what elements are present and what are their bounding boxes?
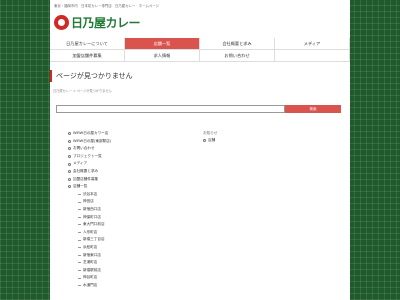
bullet-icon [203, 139, 206, 142]
sitemap-link[interactable]: プロジェクト一覧 [68, 153, 111, 161]
link-label: メディア [73, 161, 88, 166]
link-label: プロジェクト一覧 [73, 153, 102, 158]
store-link[interactable]: 水道門店 [68, 282, 111, 290]
dash-icon [78, 201, 81, 203]
bullet-icon [68, 177, 71, 181]
store-link[interactable]: 新宿東口店 [68, 252, 111, 260]
news-section: お知らせ 店舗 [203, 130, 217, 144]
news-link[interactable]: 店舗 [203, 137, 217, 144]
dash-icon [78, 209, 81, 211]
site-logo[interactable]: 日乃屋カレー [54, 13, 141, 31]
sitemap-link[interactable]: WMW日の屋(東部駅店) [68, 138, 111, 146]
link-label: 会社概要と求み [73, 168, 99, 173]
dash-icon [78, 262, 81, 264]
store-link[interactable]: 新橋三丁目店 [68, 236, 111, 244]
sitemap-link[interactable]: お問い合わせ [68, 145, 111, 153]
dash-icon [78, 247, 81, 249]
sitemap-link[interactable]: メディア [68, 160, 111, 168]
dash-icon [78, 277, 81, 279]
nav-item-contact[interactable]: お問い合わせ [200, 50, 275, 62]
bullet-icon [68, 132, 71, 136]
page-title: ページが見つかりません [50, 70, 350, 82]
nav-item-about[interactable]: 日乃屋カレーについて [50, 38, 125, 50]
link-label: 新宿西口店 [83, 206, 101, 211]
store-link[interactable]: 東大門口前店 [68, 221, 111, 229]
sitemap-link[interactable]: 店舗一覧 [68, 183, 111, 191]
search-input[interactable] [56, 105, 285, 113]
link-label: 新橋三丁目店 [83, 237, 105, 242]
store-link[interactable]: 神田店 [68, 198, 111, 206]
dash-icon [78, 254, 81, 256]
store-link[interactable]: 神谷町店 [68, 274, 111, 282]
link-label: 人形町店 [83, 229, 98, 234]
dash-icon [78, 232, 81, 234]
link-label: 東大門口前店 [83, 222, 105, 227]
link-label: 新橋駅前店 [83, 267, 101, 272]
search-button[interactable]: 検索 [285, 105, 341, 113]
nav-item-media[interactable]: メディア [275, 38, 350, 50]
nav-item-recruit[interactable]: 求人情報 [125, 50, 200, 62]
link-label: 新宿東口店 [83, 252, 101, 257]
link-label: 神保町口店 [83, 214, 101, 219]
sitemap-link[interactable]: WMW日の屋カワー店 [68, 130, 111, 138]
bullet-icon [68, 155, 71, 159]
link-label: 加盟店舗件募集 [73, 176, 99, 181]
dash-icon [78, 285, 81, 287]
dash-icon [78, 239, 81, 241]
dash-icon [78, 216, 81, 218]
sitemap-link[interactable]: 会社概要と求み [68, 168, 111, 176]
nav-item-company[interactable]: 会社概要と求み [200, 38, 275, 50]
bullet-icon [68, 170, 71, 174]
search-form: 検索 [56, 105, 341, 113]
store-link[interactable]: 人形町店 [68, 229, 111, 237]
dash-icon [78, 269, 81, 271]
logo-text: 日乃屋カレー [71, 15, 141, 30]
logo-sun-icon [54, 14, 69, 30]
link-label: 水道門店 [83, 282, 98, 287]
bullet-icon [68, 162, 71, 166]
link-label: 神谷町店 [83, 275, 98, 280]
nav-item-stores[interactable]: 店舗一覧 [125, 38, 200, 50]
dash-icon [78, 194, 81, 196]
sitemap-list: WMW日の屋カワー店 WMW日の屋(東部駅店) お問い合わせプロジェクト一覧 メディア… [68, 130, 111, 289]
link-label: 神田店 [83, 199, 94, 204]
link-label: 店舗一覧 [73, 184, 88, 189]
link-label: お問い合わせ [73, 146, 95, 151]
news-heading: お知らせ [203, 131, 218, 135]
main-navigation: 日乃屋カレーについて 店舗一覧 会社概要と求み メディア 加盟店舗件募集 求人情… [50, 38, 350, 62]
store-link[interactable]: 芝浦町店 [68, 259, 111, 267]
bullet-icon [68, 185, 71, 189]
store-link[interactable]: 渋谷本店 [68, 191, 111, 199]
store-link[interactable]: 浜松町店 [68, 244, 111, 252]
breadcrumb[interactable]: 日乃屋カレー > ページが見つかりません [53, 88, 112, 93]
sitemap-link[interactable]: 加盟店舗件募集 [68, 176, 111, 184]
nav-item-franchise[interactable]: 加盟店舗件募集 [50, 50, 125, 62]
store-link[interactable]: 新宿西口店 [68, 206, 111, 214]
header-top-note: 東京・福岡市内 日本初カレー専門店 日乃屋カレー ホームページ [54, 4, 159, 8]
nav-item-empty [275, 50, 350, 62]
store-link[interactable]: 神保町口店 [68, 214, 111, 222]
bullet-icon [68, 147, 71, 151]
link-label: 浜松町店 [83, 244, 98, 249]
link-label: 渋谷本店 [83, 191, 98, 196]
news-link-label: 店舗 [208, 138, 216, 142]
link-label: WMW日の屋(東部駅店) [73, 138, 112, 143]
page-container: 東京・福岡市内 日本初カレー専門店 日乃屋カレー ホームページ 日乃屋カレー 日… [50, 0, 350, 300]
store-link[interactable]: 新橋駅前店 [68, 267, 111, 275]
bullet-icon [68, 139, 71, 143]
dash-icon [78, 224, 81, 226]
link-label: WMW日の屋カワー店 [73, 131, 109, 135]
link-label: 芝浦町店 [83, 260, 98, 265]
